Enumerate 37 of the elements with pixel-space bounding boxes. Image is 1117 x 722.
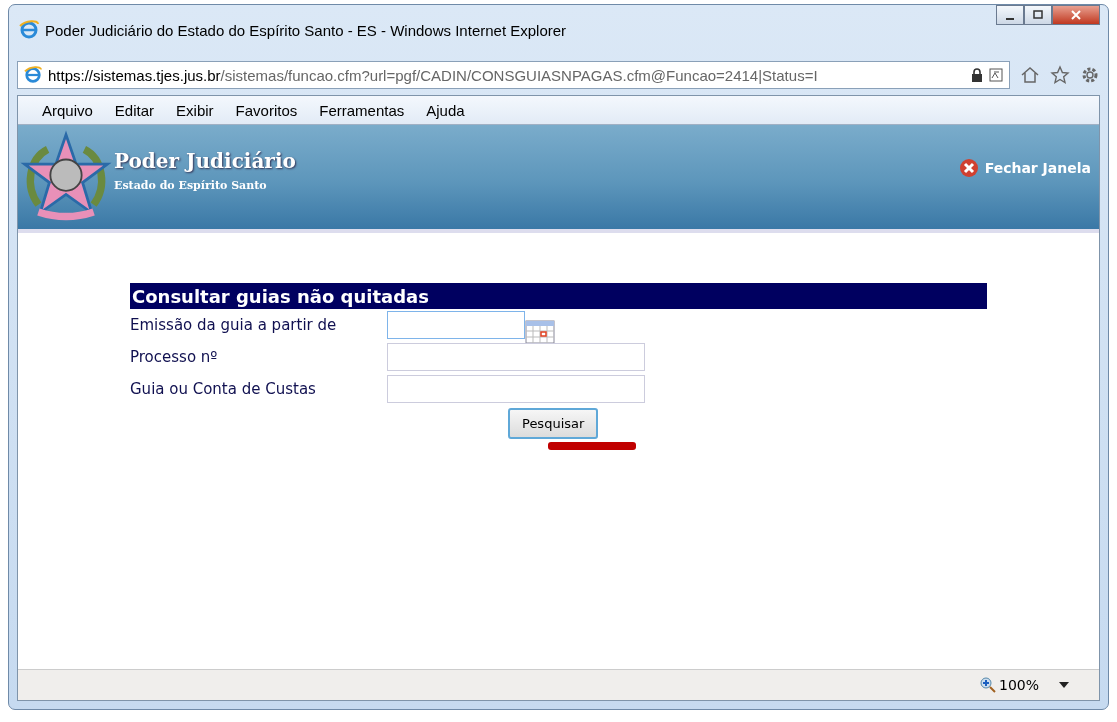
lock-icon <box>971 68 983 82</box>
home-icon[interactable] <box>1020 65 1040 85</box>
text-input[interactable] <box>387 343 645 371</box>
form-title: Consultar guias não quitadas <box>130 283 987 309</box>
close-icon <box>1070 10 1082 20</box>
browser-logo-icon <box>19 20 39 40</box>
address-bar[interactable]: https://sistemas.tjes.jus.br/sistemas/funcao.cfm?url=pgf/CADIN/CONSGUIASNPAGAS.cfm@Funcao=2414|Status=I <box>17 61 1010 89</box>
dropdown-caret-icon[interactable] <box>1059 682 1069 688</box>
field-label: Emissão da guia a partir de <box>130 316 338 334</box>
maximize-icon <box>1033 10 1043 20</box>
maximize-button[interactable] <box>1024 5 1052 25</box>
menu-item[interactable]: Exibir <box>176 101 214 119</box>
field-label: Processo nº <box>130 348 219 366</box>
minimize-icon <box>1006 18 1014 20</box>
menu-item[interactable]: Editar <box>114 101 155 119</box>
zoom-icon <box>979 677 996 693</box>
url-text: https://sistemas.tjes.jus.br/sistemas/funcao.cfm?url=pgf/CADIN/CONSGUIASNPAGAS.cfm@Funcao=2414|Status=I <box>48 66 819 84</box>
close-button[interactable] <box>1052 5 1100 25</box>
zoom-level[interactable]: 100% <box>979 677 1039 693</box>
browser-logo-icon <box>24 66 42 84</box>
date-input[interactable] <box>387 311 525 339</box>
compatibility-icon[interactable] <box>989 68 1003 82</box>
search-button[interactable]: Pesquisar <box>508 408 599 439</box>
calendar-icon[interactable] <box>525 318 555 344</box>
star-icon[interactable] <box>1050 65 1070 85</box>
settings-icon[interactable] <box>1080 65 1100 85</box>
menu-item[interactable]: Ferramentas <box>319 101 405 119</box>
minimize-button[interactable] <box>996 5 1024 25</box>
window-title: Poder Judiciário do Estado do Espírito Santo - ES - Windows Internet Explorer <box>45 21 568 39</box>
menu-item[interactable]: Arquivo <box>42 101 93 119</box>
menu-item[interactable]: Favoritos <box>235 101 298 119</box>
header-subtitle: Estado do Espírito Santo <box>114 178 268 192</box>
close-icon <box>958 158 979 178</box>
menu-item[interactable]: Ajuda <box>426 101 465 119</box>
field-label: Guia ou Conta de Custas <box>130 380 317 398</box>
text-input[interactable] <box>387 375 645 403</box>
header-title: Poder Judiciário <box>114 148 297 173</box>
